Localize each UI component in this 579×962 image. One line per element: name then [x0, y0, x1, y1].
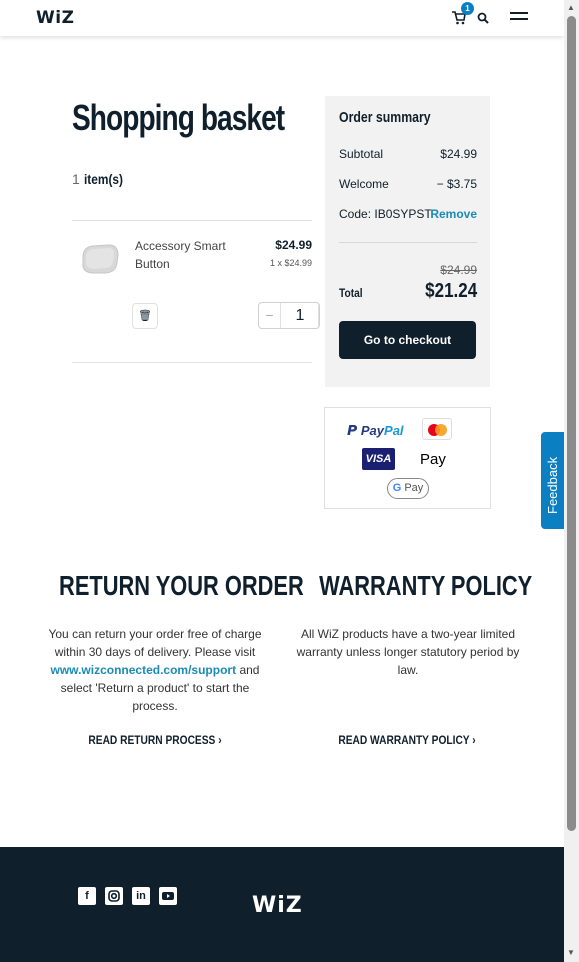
divider: [72, 362, 312, 363]
read-return-process-link[interactable]: READ RETURN PROCESS ›: [84, 733, 225, 747]
visa-logo: VISA: [362, 448, 395, 470]
quantity-increase-button[interactable]: [318, 303, 319, 328]
divider: [339, 242, 477, 243]
item-count-label: item(s): [83, 171, 123, 187]
google-g-icon: G: [392, 482, 402, 494]
discount-value: − $3.75: [436, 177, 477, 191]
paypal-logo: 𝙋 PayPal: [347, 422, 404, 438]
return-text: You can return your order free of charge…: [48, 627, 262, 713]
scrollbar-thumb[interactable]: [567, 16, 576, 831]
quantity-input[interactable]: 1: [281, 303, 319, 328]
scroll-down-arrow-icon[interactable]: ▼: [567, 948, 575, 957]
hamburger-menu-icon[interactable]: [510, 12, 528, 24]
search-icon[interactable]: [477, 12, 489, 24]
remove-coupon-link[interactable]: Remove: [430, 207, 477, 221]
read-warranty-policy-link[interactable]: READ WARRANTY POLICY ›: [334, 733, 480, 747]
wiz-logo[interactable]: WiZ: [36, 8, 74, 28]
paypal-p-icon: 𝙋: [347, 422, 358, 438]
total-value: $21.24: [425, 280, 477, 302]
site-header: WiZ 1: [0, 0, 564, 36]
original-total: $24.99: [440, 263, 477, 277]
total-label: Total: [339, 286, 363, 300]
delete-item-button[interactable]: 🗑: [132, 303, 158, 329]
discount-label: Welcome: [339, 177, 389, 191]
trash-icon: 🗑: [138, 310, 152, 322]
cart-count-badge: 1: [461, 2, 474, 15]
apple-pay-logo: Pay: [420, 451, 446, 468]
facebook-icon[interactable]: f: [78, 887, 96, 905]
checkout-button[interactable]: Go to checkout: [339, 321, 476, 359]
order-summary-panel: Order summary Subtotal $24.99 Welcome − …: [325, 96, 490, 387]
product-unit-price: 1 x $24.99: [269, 258, 312, 268]
warranty-text: All WiZ products have a two-year limited…: [296, 627, 520, 677]
footer-wiz-logo[interactable]: WiZ: [252, 893, 303, 918]
subtotal-label: Subtotal: [339, 147, 384, 161]
item-count-number: 1: [72, 171, 80, 187]
quantity-stepper[interactable]: − 1: [258, 302, 320, 329]
order-summary-title: Order summary: [339, 109, 431, 126]
site-footer: f in WiZ: [0, 847, 564, 962]
quantity-decrease-button[interactable]: −: [259, 303, 281, 328]
scroll-up-arrow-icon[interactable]: ▲: [567, 3, 575, 12]
linkedin-icon[interactable]: in: [132, 887, 150, 905]
coupon-code: Code: IB0SYPST: [339, 207, 432, 221]
mastercard-logo: [422, 418, 452, 440]
divider: [72, 220, 312, 221]
youtube-icon[interactable]: [159, 887, 177, 905]
item-count: 1 item(s): [72, 171, 130, 187]
google-pay-logo: G Pay: [387, 478, 429, 499]
support-link[interactable]: www.wizconnected.com/support: [51, 663, 237, 677]
product-image[interactable]: [79, 241, 121, 277]
return-title: RETURN YOUR ORDER: [59, 570, 304, 601]
feedback-label: Feedback: [545, 456, 560, 514]
payment-methods: 𝙋 PayPal VISA Pay G Pay: [324, 407, 491, 509]
subtotal-value: $24.99: [440, 147, 477, 161]
product-price: $24.99: [275, 238, 312, 252]
instagram-icon[interactable]: [105, 887, 123, 905]
warranty-title: WARRANTY POLICY: [319, 570, 533, 601]
chevron-right-icon: ›: [218, 733, 222, 747]
chevron-right-icon: ›: [472, 733, 476, 747]
page-title: Shopping basket: [72, 97, 285, 138]
product-name[interactable]: Accessory Smart Button: [135, 237, 245, 273]
feedback-tab[interactable]: Feedback: [541, 432, 564, 529]
